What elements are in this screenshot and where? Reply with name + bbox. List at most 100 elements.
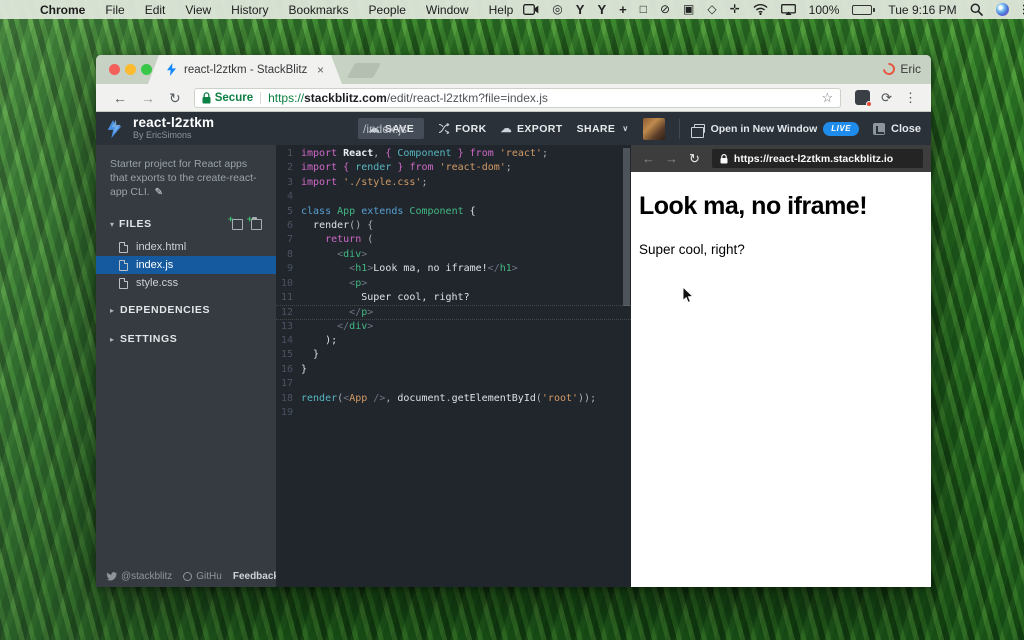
chrome-menu-icon[interactable]: ⋮	[904, 90, 917, 106]
code-line-7[interactable]: 7 return (	[276, 233, 631, 247]
menu-help[interactable]: Help	[489, 3, 514, 17]
code-line-14[interactable]: 14 );	[276, 334, 631, 348]
code-line-12[interactable]: 12 </p>	[276, 305, 631, 319]
share-button[interactable]: SHARE ∨	[577, 123, 629, 135]
fork-y-icon[interactable]: Y	[576, 0, 585, 19]
fork-button[interactable]: FORK	[438, 123, 486, 135]
dependencies-section[interactable]: ▸ DEPENDENCIES	[96, 299, 276, 321]
github-link[interactable]: GitHu	[183, 571, 222, 582]
url-path: /edit/react-l2ztkm?file=index.js	[387, 91, 548, 105]
menu-clock[interactable]: Tue 9:16 PM	[888, 3, 956, 17]
tab-close-icon[interactable]: ×	[317, 63, 324, 77]
export-button[interactable]: ☁ EXPORT	[501, 122, 563, 135]
code-line-8[interactable]: 8 <div>	[276, 248, 631, 262]
window-close-button[interactable]	[109, 64, 120, 75]
line-number: 10	[276, 277, 293, 291]
square-icon[interactable]: □	[640, 0, 647, 19]
macos-menu-bar: Chrome File Edit View History Bookmarks People…	[0, 0, 1024, 19]
menu-view[interactable]: View	[185, 3, 211, 17]
back-button[interactable]: ←	[113, 91, 127, 105]
preview-back-button[interactable]: ←	[642, 151, 655, 166]
menu-bookmarks[interactable]: Bookmarks	[289, 3, 349, 17]
code-line-18[interactable]: 18render(<App />, document.getElementByI…	[276, 392, 631, 406]
new-tab-button[interactable]	[347, 63, 381, 78]
code-line-2[interactable]: 2import { render } from 'react-dom';	[276, 161, 631, 175]
swirl-icon[interactable]: ◎	[552, 0, 562, 19]
chrome-window: react-l2ztkm - StackBlitz × Eric ← → ↻ S…	[96, 55, 931, 587]
diamond-icon[interactable]: ◇	[707, 0, 716, 19]
code-line-3[interactable]: 3import './style.css';	[276, 176, 631, 190]
new-folder-icon[interactable]: +	[251, 219, 262, 230]
extension-icon[interactable]	[855, 90, 870, 105]
siri-icon[interactable]	[996, 3, 1009, 16]
settings-section[interactable]: ▸ SETTINGS	[96, 328, 276, 350]
fork-y-icon-2[interactable]: Y	[597, 0, 606, 19]
address-bar[interactable]: Secure https://stackblitz.com/edit/react…	[194, 88, 841, 108]
code-line-19[interactable]: 19	[276, 406, 631, 420]
line-content: <p>	[301, 277, 367, 291]
forward-button[interactable]: →	[141, 91, 155, 105]
url-scheme: https://	[268, 91, 304, 105]
stackblitz-logo[interactable]	[104, 118, 126, 140]
record-square-icon[interactable]: ▣	[683, 0, 694, 19]
code-line-1[interactable]: 1import React, { Component } from 'react…	[276, 147, 631, 161]
open-in-new-window-button[interactable]: Open in New Window LIVE	[694, 122, 859, 136]
menu-edit[interactable]: Edit	[145, 3, 166, 17]
sync-extension-icon[interactable]: ⟳	[881, 90, 892, 106]
menu-file[interactable]: File	[105, 3, 124, 17]
preview-navbar: ← → ↻ https://react-l2ztkm.stackblitz.io	[631, 145, 931, 172]
file-item-style.css[interactable]: style.css	[96, 274, 276, 292]
export-cloud-icon: ☁	[501, 122, 512, 135]
code-line-11[interactable]: 11 Super cool, right?	[276, 291, 631, 305]
new-file-icon[interactable]: +	[232, 219, 243, 230]
menu-chrome[interactable]: Chrome	[40, 3, 85, 17]
line-content: Super cool, right?	[301, 291, 470, 305]
browser-tab[interactable]: react-l2ztkm - StackBlitz ×	[148, 55, 342, 84]
code-line-13[interactable]: 13 </div>	[276, 320, 631, 334]
files-section-header[interactable]: ▾ FILES + +	[96, 214, 276, 234]
window-minimize-button[interactable]	[125, 64, 136, 75]
user-avatar[interactable]	[643, 118, 665, 140]
window-zoom-button[interactable]	[141, 64, 152, 75]
video-call-icon[interactable]	[523, 4, 539, 15]
code-line-15[interactable]: 15 }	[276, 348, 631, 362]
code-line-16[interactable]: 16}	[276, 363, 631, 377]
project-sidebar: Starter project for React apps that expo…	[96, 145, 276, 587]
menu-history[interactable]: History	[231, 3, 268, 17]
preview-forward-button[interactable]: →	[665, 151, 678, 166]
health-plus-icon[interactable]: +	[619, 0, 627, 19]
project-author[interactable]: By EricSimons	[133, 131, 214, 141]
editor-scrollbar[interactable]	[623, 148, 630, 306]
code-line-9[interactable]: 9 <h1>Look ma, no iframe!</h1>	[276, 262, 631, 276]
menu-window[interactable]: Window	[426, 3, 469, 17]
secure-lock-icon	[202, 92, 211, 104]
reload-button[interactable]: ↻	[169, 91, 181, 105]
airplay-display-icon[interactable]	[781, 4, 796, 15]
battery-icon	[852, 5, 875, 15]
code-line-6[interactable]: 6 render() {	[276, 219, 631, 233]
preview-reload-button[interactable]: ↻	[689, 151, 700, 167]
file-item-index.js[interactable]: index.js	[96, 256, 276, 274]
wifi-icon[interactable]	[753, 4, 768, 15]
omnibox-divider	[260, 92, 261, 104]
preview-url-field[interactable]: https://react-l2ztkm.stackblitz.io	[712, 149, 923, 168]
crosshair-icon[interactable]: ✛	[730, 0, 740, 19]
code-editor[interactable]: 1import React, { Component } from 'react…	[276, 145, 631, 587]
edit-description-icon[interactable]: ✎	[155, 187, 163, 198]
code-line-17[interactable]: 17	[276, 377, 631, 391]
do-not-disturb-icon[interactable]: ⊘	[660, 0, 670, 19]
code-line-5[interactable]: 5class App extends Component {	[276, 205, 631, 219]
code-line-10[interactable]: 10 <p>	[276, 277, 631, 291]
close-preview-button[interactable]: Close	[873, 123, 921, 135]
project-name: react-l2ztkm	[133, 116, 214, 131]
code-line-4[interactable]: 4	[276, 190, 631, 204]
line-content: <div>	[301, 248, 367, 262]
menu-people[interactable]: People	[369, 3, 406, 17]
spotlight-search-icon[interactable]	[970, 3, 983, 16]
bookmark-star-icon[interactable]: ☆	[821, 90, 833, 106]
line-content: );	[301, 334, 337, 348]
browser-profile[interactable]: Eric	[883, 62, 921, 76]
line-number: 7	[276, 233, 293, 247]
file-item-index.html[interactable]: index.html	[96, 238, 276, 256]
twitter-link[interactable]: @stackblitz	[106, 571, 172, 582]
